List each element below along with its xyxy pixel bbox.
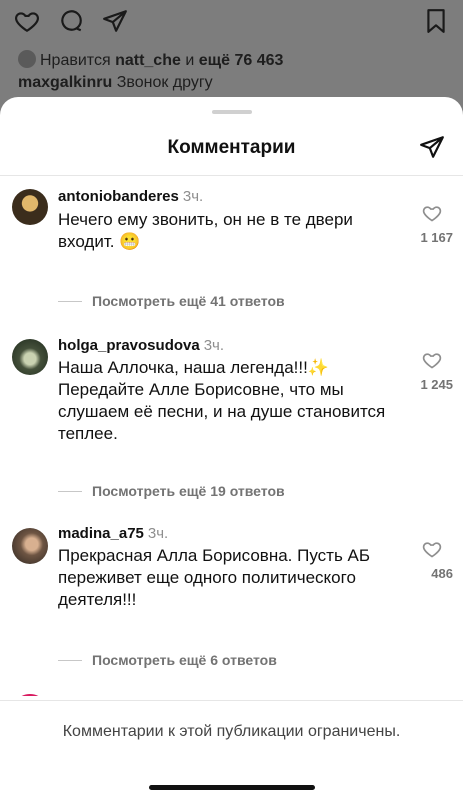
heart-icon[interactable] [421, 350, 443, 370]
comments-sheet: Комментарии antoniobanderes 3ч. Нечего ем… [0, 97, 463, 800]
view-replies-label: Посмотреть ещё 19 ответов [92, 483, 285, 499]
view-replies-button[interactable]: Посмотреть ещё 19 ответов [58, 483, 285, 499]
share-icon[interactable] [102, 8, 128, 34]
comment-text: Наша Аллочка, наша легенда!!!✨ Передайте… [58, 358, 386, 443]
view-replies-button[interactable]: Посмотреть ещё 6 ответов [58, 652, 277, 668]
comments-restricted-footer: Комментарии к этой публикации ограничены… [0, 700, 463, 800]
avatar [18, 50, 36, 68]
comment-username[interactable]: antoniobanderes [58, 188, 179, 205]
comment-time: 3ч. [203, 337, 225, 354]
bookmark-icon[interactable] [423, 8, 449, 34]
divider [58, 491, 82, 492]
avatar[interactable] [12, 694, 48, 696]
comment-text: Нечего ему звонить, он не в те двери вхо… [58, 210, 353, 251]
comments-list: antoniobanderes 3ч. Нечего ему звонить, о… [0, 176, 463, 696]
like-count: 486 [431, 566, 453, 581]
comment-username[interactable]: holga_pravosudova [58, 337, 200, 354]
restricted-notice: Комментарии к этой публикации ограничены… [62, 723, 401, 740]
likes-prefix: Нравится [40, 52, 111, 69]
comment-time: 3ч. [182, 188, 204, 205]
comment-username[interactable]: madina_a75 [58, 525, 144, 542]
heart-icon[interactable] [421, 539, 443, 559]
avatar[interactable] [12, 189, 48, 225]
likes-count[interactable]: ещё 76 463 [199, 52, 284, 69]
send-icon[interactable] [419, 134, 445, 160]
divider [58, 660, 82, 661]
home-indicator[interactable] [148, 785, 315, 790]
heart-icon[interactable] [421, 203, 443, 223]
comment-header: madina_a75 3ч. [58, 525, 168, 542]
caption-user[interactable]: maxgalkinru [18, 74, 112, 91]
like-count: 1 167 [420, 230, 453, 245]
divider [58, 301, 82, 302]
view-replies-label: Посмотреть ещё 41 ответов [92, 293, 285, 309]
caption-text: Звонок другу [116, 74, 213, 91]
comment-time: 3ч. [147, 525, 169, 542]
comment-header: holga_pravosudova 3ч. [58, 337, 224, 354]
page-title: Комментарии [167, 137, 296, 158]
view-replies-button[interactable]: Посмотреть ещё 41 ответов [58, 293, 285, 309]
view-replies-label: Посмотреть ещё 6 ответов [92, 652, 277, 668]
comment-header: antoniobanderes 3ч. [58, 188, 203, 205]
likes-mid: и [185, 52, 195, 69]
post-actions [14, 8, 449, 36]
heart-icon[interactable] [14, 8, 40, 34]
like-count: 1 245 [420, 377, 453, 392]
comment-icon[interactable] [58, 8, 84, 34]
avatar[interactable] [12, 339, 48, 375]
drag-handle[interactable] [211, 110, 252, 114]
post-caption: maxgalkinru Звонок другу [18, 74, 213, 92]
likes-summary[interactable]: Нравится natt_che и ещё 76 463 [18, 50, 283, 70]
sheet-header: Комментарии [0, 127, 463, 167]
likes-user[interactable]: natt_che [115, 52, 181, 69]
avatar[interactable] [12, 528, 48, 564]
comment-text: Прекрасная Алла Борисовна. Пусть АБ пере… [58, 546, 371, 609]
